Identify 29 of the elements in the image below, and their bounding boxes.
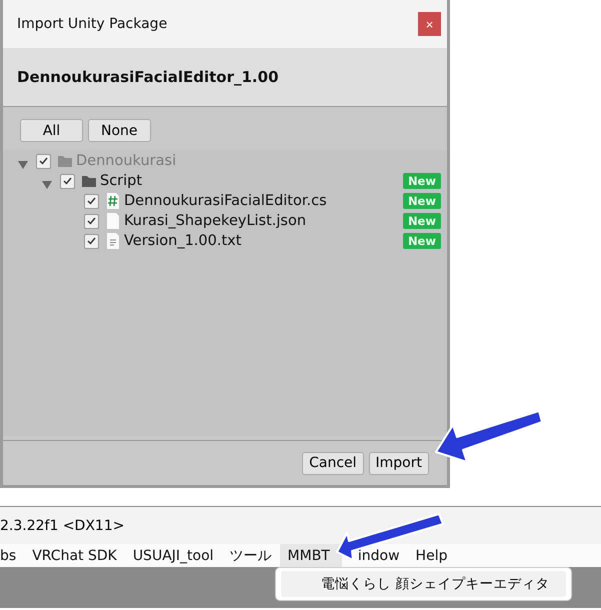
select-button[interactable]: None [88,119,151,142]
select-button[interactable]: All [20,119,83,142]
menu-item[interactable]: USUAJI_tool [124,544,222,567]
menu-item[interactable]: VRChat SDK [24,544,125,567]
new-badge: New [402,213,441,229]
menu-item[interactable]: bs [0,544,24,567]
file-icon [106,213,120,229]
text-file-icon [106,233,120,249]
check-icon [87,197,96,205]
editor-title: 2.3.22f1 <DX11> [0,518,124,534]
close-button[interactable]: × [418,12,441,36]
footer-button[interactable]: Cancel [302,452,364,474]
script-file-icon [106,193,120,209]
menu-item[interactable]: MMBT [280,544,342,567]
dialog-title: Import Unity Package [17,16,168,32]
folder-icon [58,153,72,169]
check-icon [87,237,96,245]
folder-icon [82,173,96,189]
new-badge: New [402,173,441,189]
check-icon [87,217,96,225]
menu-item[interactable]: Help [408,544,456,567]
new-badge: New [402,193,441,209]
new-badge: New [402,233,441,249]
menu-item[interactable]: ツール [222,544,280,567]
check-icon [63,177,72,185]
package-name: DennoukurasiFacialEditor_1.00 [3,48,447,107]
footer-button[interactable]: Import [368,452,429,474]
dropdown-item[interactable]: 電悩くらし 顔シェイプキーエディタ [281,571,566,597]
check-icon [39,157,48,165]
